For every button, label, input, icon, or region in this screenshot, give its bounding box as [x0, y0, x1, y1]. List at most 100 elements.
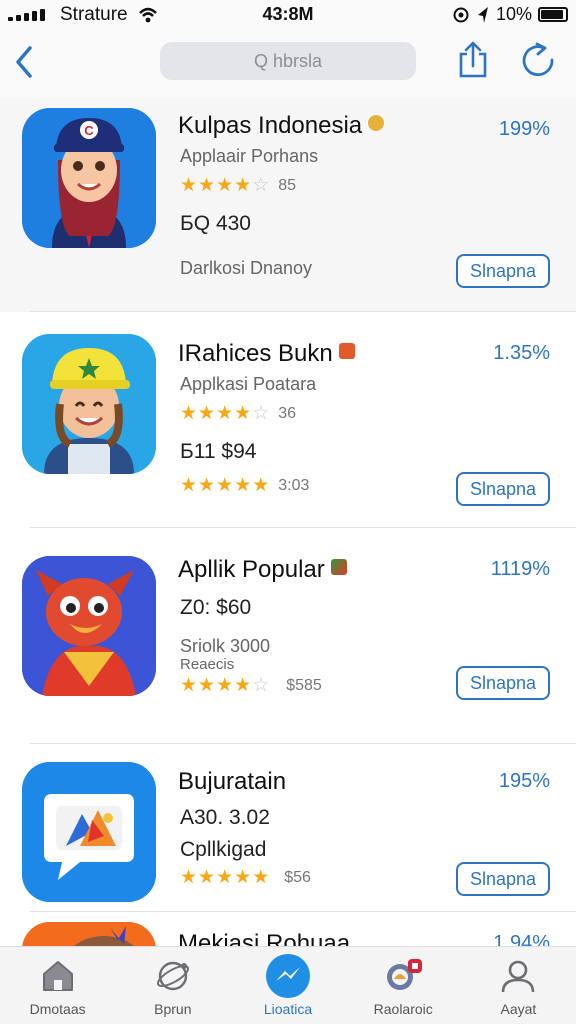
- star-icon: ★: [216, 403, 234, 424]
- star-icon: ★: [234, 867, 252, 888]
- star-icon: ★: [216, 475, 234, 496]
- app-price: A30. 3.02: [180, 806, 270, 829]
- emoji-badge-icon: [338, 343, 355, 359]
- search-input[interactable]: Q hbrsla: [160, 42, 416, 80]
- app-price: Б11 $94: [180, 440, 257, 463]
- app-icon: [22, 334, 156, 474]
- rating-stars: ★ ★ ★ ★ ★ $56: [180, 868, 311, 887]
- tab-messenger[interactable]: Lioatica: [230, 947, 345, 1024]
- battery-percent: 10%: [495, 4, 532, 24]
- status-right: 10%: [452, 4, 568, 25]
- tab-label: Aayat: [500, 1001, 537, 1017]
- list-item[interactable]: Apllik Popular 1119% Z0: $60 Sriolk 3000…: [0, 528, 576, 744]
- app-percent: 195%: [498, 770, 550, 792]
- star-icon: ★: [180, 175, 198, 196]
- app-list: C Kulpas Indonesia 199% Applaair Porhans…: [0, 98, 576, 982]
- messenger-icon: [265, 954, 311, 998]
- home-icon: [35, 955, 81, 997]
- tab-label: Lioatica: [263, 1001, 313, 1017]
- rating-count: 36: [278, 404, 297, 422]
- app-subtitle: Cpllkigad: [180, 838, 267, 861]
- star-empty-icon: ☆: [252, 175, 270, 196]
- star-icon: ★: [234, 175, 252, 196]
- svg-text:C: C: [84, 123, 94, 138]
- rating-stars: ★ ★ ★ ★ ☆ $585: [180, 676, 322, 695]
- tab-profile[interactable]: Aayat: [461, 947, 576, 1024]
- app-icon: [22, 556, 156, 696]
- star-icon: ★: [198, 403, 216, 424]
- rating-stars: ★ ★ ★ ★ ★ 3:03: [180, 476, 309, 495]
- app-percent: 1119%: [490, 558, 550, 580]
- app-title: Apllik Popular: [178, 556, 347, 584]
- share-icon[interactable]: [456, 40, 490, 80]
- list-item[interactable]: Bujuratain 195% A30. 3.02 Cpllkigad ★ ★ ★ ★…: [0, 744, 576, 912]
- get-button[interactable]: Slnapna: [456, 666, 550, 700]
- rating-count: 3:03: [278, 476, 310, 494]
- star-icon: ★: [198, 867, 216, 888]
- get-button[interactable]: Slnapna: [456, 472, 550, 506]
- app-developer: Darlkosi Dnanoy: [180, 258, 313, 278]
- star-icon: ★: [198, 475, 216, 496]
- rating-count: $585: [286, 676, 322, 694]
- chevron-left-icon[interactable]: [10, 42, 38, 82]
- star-icon: ★: [180, 675, 198, 696]
- app-price: БQ 430: [180, 212, 251, 235]
- emoji-badge-icon: [330, 559, 347, 575]
- app-icon: C: [22, 108, 156, 248]
- star-icon: ★: [216, 867, 234, 888]
- star-icon: ★: [216, 175, 234, 196]
- app-icon: [22, 762, 156, 902]
- tab-home[interactable]: Dmotaas: [0, 947, 115, 1024]
- tab-browse[interactable]: Bprun: [115, 947, 230, 1024]
- rating-stars: ★ ★ ★ ★ ☆ 36: [180, 404, 296, 423]
- tab-search[interactable]: Raolaroic: [346, 947, 461, 1024]
- lock-rotation-icon: [453, 7, 469, 22]
- app-price: Z0: $60: [180, 596, 252, 619]
- star-icon: ★: [198, 675, 216, 696]
- app-subtitle: Applkasi Poatara: [180, 374, 317, 394]
- search-notification-icon: [380, 955, 426, 997]
- list-item[interactable]: IRahices Bukn 1.35% Applkasi Poatara ★ ★ ★…: [0, 312, 576, 528]
- globe-icon: [150, 955, 196, 997]
- star-icon: ★: [180, 475, 198, 496]
- app-title-text: Bujuratain: [178, 768, 287, 795]
- tab-label: Raolaroic: [373, 1001, 433, 1017]
- rating-stars: ★ ★ ★ ★ ☆ 85: [180, 176, 296, 195]
- location-arrow-icon: [477, 6, 488, 23]
- star-icon: ★: [234, 675, 252, 696]
- chat-app-icon: [22, 762, 156, 902]
- tab-label: Dmotaas: [29, 1001, 86, 1017]
- app-title: Kulpas Indonesia: [178, 112, 385, 140]
- status-bar: Strature 43:8M 10%: [0, 0, 576, 30]
- character-icon: [22, 556, 156, 696]
- app-title-text: Apllik Popular: [178, 556, 325, 583]
- get-button[interactable]: Slnapna: [456, 862, 550, 896]
- character-icon: [22, 334, 156, 474]
- star-empty-icon: ☆: [252, 403, 270, 424]
- get-button[interactable]: Slnapna: [456, 254, 550, 288]
- star-empty-icon: ☆: [252, 675, 270, 696]
- star-icon: ★: [234, 403, 252, 424]
- battery-icon: [538, 7, 568, 22]
- app-percent: 1.35%: [493, 342, 550, 364]
- app-subtitle: Applaair Porhans: [180, 146, 319, 166]
- character-icon: C: [22, 108, 156, 248]
- app-title-text: IRahices Bukn: [178, 340, 333, 367]
- app-category: Reaecis: [180, 656, 235, 673]
- app-title: IRahices Bukn: [178, 340, 355, 368]
- rating-count: 85: [278, 176, 297, 194]
- list-item[interactable]: C Kulpas Indonesia 199% Applaair Porhans…: [0, 98, 576, 312]
- rating-count: $56: [284, 868, 311, 886]
- app-title-text: Kulpas Indonesia: [178, 112, 363, 139]
- emoji-badge-icon: [368, 115, 385, 131]
- search-placeholder: Q hbrsla: [253, 50, 323, 71]
- star-icon: ★: [180, 867, 198, 888]
- refresh-icon[interactable]: [518, 40, 558, 80]
- star-icon: ★: [234, 475, 252, 496]
- app-subtitle: Sriolk 3000: [180, 636, 271, 656]
- nav-bar: Q hbrsla: [0, 30, 576, 98]
- star-icon: ★: [252, 475, 270, 496]
- app-title: Bujuratain: [178, 768, 286, 796]
- profile-icon: [495, 955, 541, 997]
- star-icon: ★: [216, 675, 234, 696]
